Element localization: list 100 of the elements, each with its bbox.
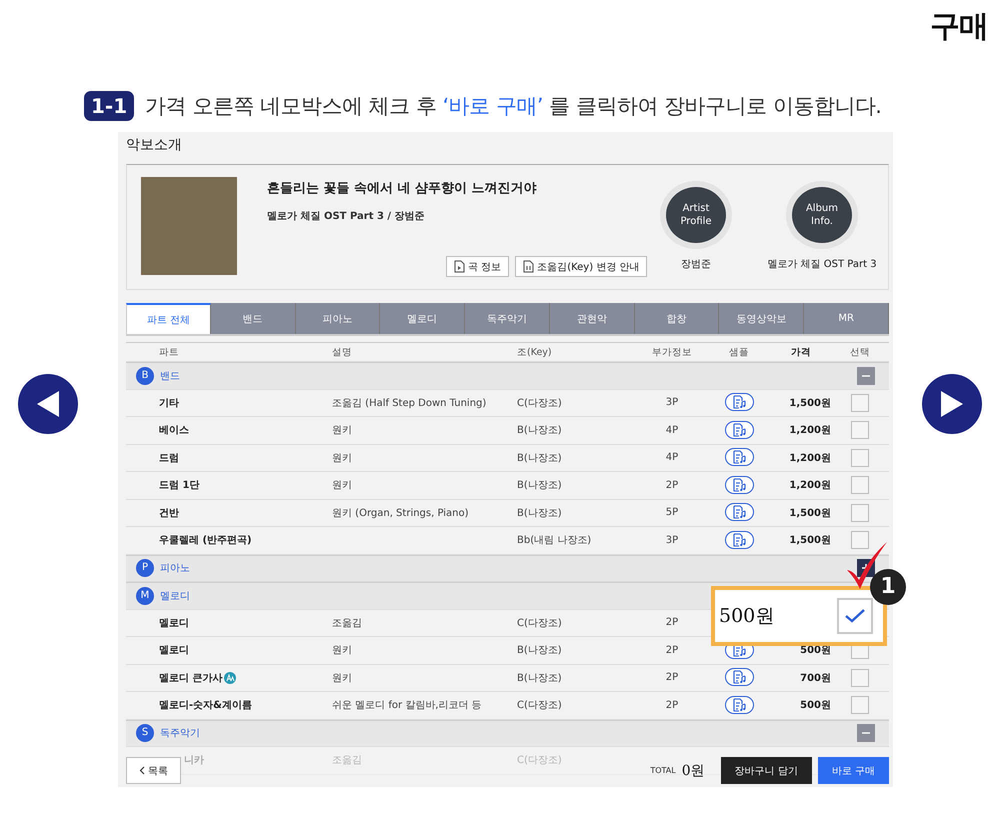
part-description: 원키 (Organ, Strings, Piano) [332, 508, 469, 519]
checkbox[interactable] [851, 476, 869, 494]
part-description: 원키 [332, 480, 352, 492]
part-name: 건반 [159, 506, 179, 520]
tab[interactable]: 합창 [634, 303, 720, 334]
page-count: 4P [666, 424, 678, 436]
checkbox[interactable] [851, 448, 869, 467]
back-to-list-button[interactable]: 목록 [126, 757, 181, 784]
price: 1,200원 [789, 425, 831, 436]
key-text: C(다장조) [517, 618, 562, 629]
tab[interactable]: 독주악기 [465, 303, 550, 334]
page-count: 2P [666, 672, 678, 684]
song-subtitle: 멜로가 체질 OST Part 3 / 장범준 [267, 210, 426, 223]
group-name: 멜로디 [160, 590, 190, 603]
part-description: 원키 [332, 645, 352, 656]
page-count: 3P [666, 534, 678, 546]
sample-button[interactable] [724, 448, 754, 466]
column-header: 부가정보 [651, 346, 693, 358]
artist-profile-button[interactable]: Artist Profile [660, 181, 732, 249]
price: 700원 [800, 672, 831, 684]
page-count: 5P [666, 507, 678, 518]
checkbox[interactable] [851, 531, 869, 550]
part-name: 베이스 [159, 424, 189, 438]
price: 1,500원 [789, 535, 831, 546]
part-name: 기타 [159, 396, 179, 410]
song-title: 흔들리는 꽃들 속에서 네 샴푸향이 느껴진거야 [267, 180, 538, 197]
page-count: 2P [666, 480, 678, 491]
sample-button[interactable] [724, 696, 754, 714]
part-name: 멜로디 [159, 616, 189, 630]
group-letter-badge: M [136, 586, 154, 605]
price: 1,500원 [789, 508, 831, 519]
key-text: B(나장조) [517, 425, 562, 436]
part-description: 조옮김 (Half Step Down Tuning) [332, 398, 486, 409]
total-amount: 0원 [682, 762, 705, 780]
checkbox[interactable] [851, 504, 869, 522]
music-sheet-icon [732, 532, 746, 547]
tab[interactable]: 파트 전체 [126, 303, 211, 334]
checkbox[interactable] [851, 696, 869, 714]
key-text: C(다장조) [517, 700, 562, 712]
collapse-button[interactable] [857, 724, 875, 742]
group-letter-badge: S [136, 724, 154, 742]
column-header: 설명 [332, 346, 353, 358]
sample-button[interactable] [724, 476, 754, 494]
right-triangle-icon [939, 389, 965, 419]
step-badge: 1-1 [84, 91, 134, 121]
collapse-button[interactable] [857, 366, 875, 385]
price: 1,500원 [789, 398, 831, 409]
price: 1,200원 [789, 480, 831, 492]
column-header: 가격 [790, 346, 812, 358]
music-sheet-icon [732, 505, 746, 520]
column-header: 조(Key) [517, 346, 553, 358]
checkbox[interactable] [851, 394, 869, 412]
music-sheet-icon [732, 698, 746, 712]
key-change-guide-button[interactable]: 조옮김(Key) 변경 안내 [515, 256, 648, 277]
group-name: 피아노 [160, 562, 190, 576]
part-name: 멜로디 큰가사 [159, 672, 222, 685]
column-header: 샘플 [728, 346, 750, 358]
key-text: B(나장조) [517, 672, 562, 684]
part-name: 우쿨렐레 (반주편곡) [159, 534, 252, 548]
column-header: 선택 [849, 346, 871, 358]
tab[interactable]: 멜로디 [380, 303, 466, 334]
part-description: 쉬운 멜로디 for 칼림바,리코더 등 [332, 700, 482, 712]
group-name: 독주악기 [160, 727, 200, 740]
price: 500원 [800, 700, 831, 712]
page-count: 2P [666, 644, 678, 656]
page-count: 2P [666, 700, 678, 711]
checkbox[interactable] [851, 421, 869, 440]
tab[interactable]: 피아노 [296, 303, 380, 334]
tab[interactable]: 밴드 [210, 303, 296, 334]
page-count: 2P [666, 617, 678, 628]
part-description: 원키 [332, 425, 352, 436]
key-text: Bb(내림 나장조) [517, 535, 592, 546]
document-icon [523, 260, 534, 273]
music-sheet-icon [732, 450, 746, 464]
part-description: 원키 [332, 452, 352, 464]
buy-now-button[interactable]: 바로 구매 [818, 757, 889, 784]
sample-button[interactable] [724, 530, 754, 549]
song-info-button[interactable]: 곡 정보 [446, 256, 510, 277]
key-text: C(다장조) [517, 398, 562, 409]
music-sheet-icon [732, 422, 746, 437]
tab[interactable]: 동영상악보 [719, 303, 804, 334]
key-text: B(나장조) [517, 452, 562, 464]
add-to-cart-button[interactable]: 장바구니 담기 [720, 757, 812, 784]
key-text: C(다장조) [517, 755, 562, 766]
tab[interactable]: MR [804, 303, 889, 334]
tab[interactable]: 관현악 [550, 303, 635, 334]
price: 500원 [800, 645, 831, 656]
sample-button[interactable] [724, 503, 754, 522]
album-info-button[interactable]: Album Info. [786, 181, 858, 249]
checkbox[interactable] [851, 668, 869, 687]
sample-button[interactable] [724, 393, 754, 412]
part-name: 멜로디-숫자&계이름 [159, 699, 252, 712]
page-title: 구매 [930, 8, 988, 46]
sample-button[interactable] [724, 668, 754, 686]
document-icon [454, 260, 465, 273]
sample-button[interactable] [724, 420, 754, 439]
group-letter-badge: P [136, 559, 154, 578]
music-sheet-icon [732, 478, 746, 492]
instruction-text: 가격 오른쪽 네모박스에 체크 후 ‘바로 구매’ 를 클릭하여 장바구니로 이동합니다. [145, 93, 882, 120]
callout-price: 500원 [719, 604, 774, 629]
